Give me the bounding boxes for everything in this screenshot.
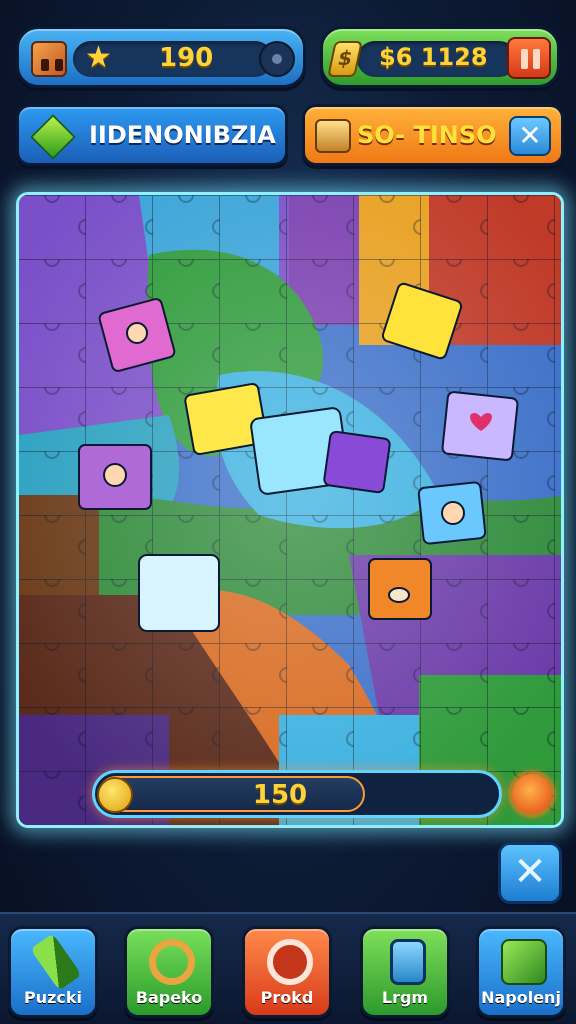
pause-button[interactable] (507, 37, 551, 79)
nav-button-napolenj[interactable]: Napolenj (476, 926, 566, 1018)
ring-icon (149, 939, 195, 985)
close-button[interactable]: ✕ (509, 116, 551, 156)
coin-icon: $ (327, 41, 363, 77)
nav-label: Prokd (260, 988, 314, 1007)
coins-counter-bar: $ $6 1128 (320, 26, 560, 88)
puzzle-board[interactable] (16, 192, 564, 828)
refresh-icon (267, 939, 313, 985)
coins-value: $6 1128 (379, 43, 488, 71)
tablet-icon (390, 939, 426, 985)
bottom-nav: Puzcki Bapeko Prokd Lrgm Napolenj (0, 912, 576, 1024)
nav-button-lrgm[interactable]: Lrgm (360, 926, 450, 1018)
progress-value: 150 (252, 780, 308, 810)
stars-value: 190 (159, 43, 214, 73)
progress-bar: 150 (92, 770, 502, 818)
level-name: IIDENONIBZIA (89, 121, 276, 149)
map-icon (315, 119, 351, 153)
nav-button-prokd[interactable]: Prokd (242, 926, 332, 1018)
nav-button-bapeko[interactable]: Bapeko (124, 926, 214, 1018)
stars-counter-bar: ★ 190 (16, 26, 306, 88)
nav-label: Lrgm (381, 988, 429, 1007)
mode-banner[interactable]: SO- TINSO ✕ (302, 104, 564, 166)
tools-button[interactable]: ✕ (498, 842, 562, 904)
cube-icon (31, 41, 67, 77)
toggle-icon[interactable] (259, 41, 295, 77)
nav-button-puzcki[interactable]: Puzcki (8, 926, 98, 1018)
nav-label: Puzcki (23, 988, 83, 1007)
nav-label: Bapeko (135, 988, 203, 1007)
sun-icon (512, 774, 552, 814)
nav-label: Napolenj (481, 988, 561, 1007)
puzzle-artwork (19, 195, 561, 825)
star-icon: ★ (85, 40, 112, 75)
level-banner[interactable]: IIDENONIBZIA (16, 104, 288, 166)
pencil-icon (30, 933, 82, 991)
mode-name: SO- TINSO (357, 121, 497, 149)
gift-box-icon (501, 939, 547, 985)
gem-icon (30, 114, 76, 160)
